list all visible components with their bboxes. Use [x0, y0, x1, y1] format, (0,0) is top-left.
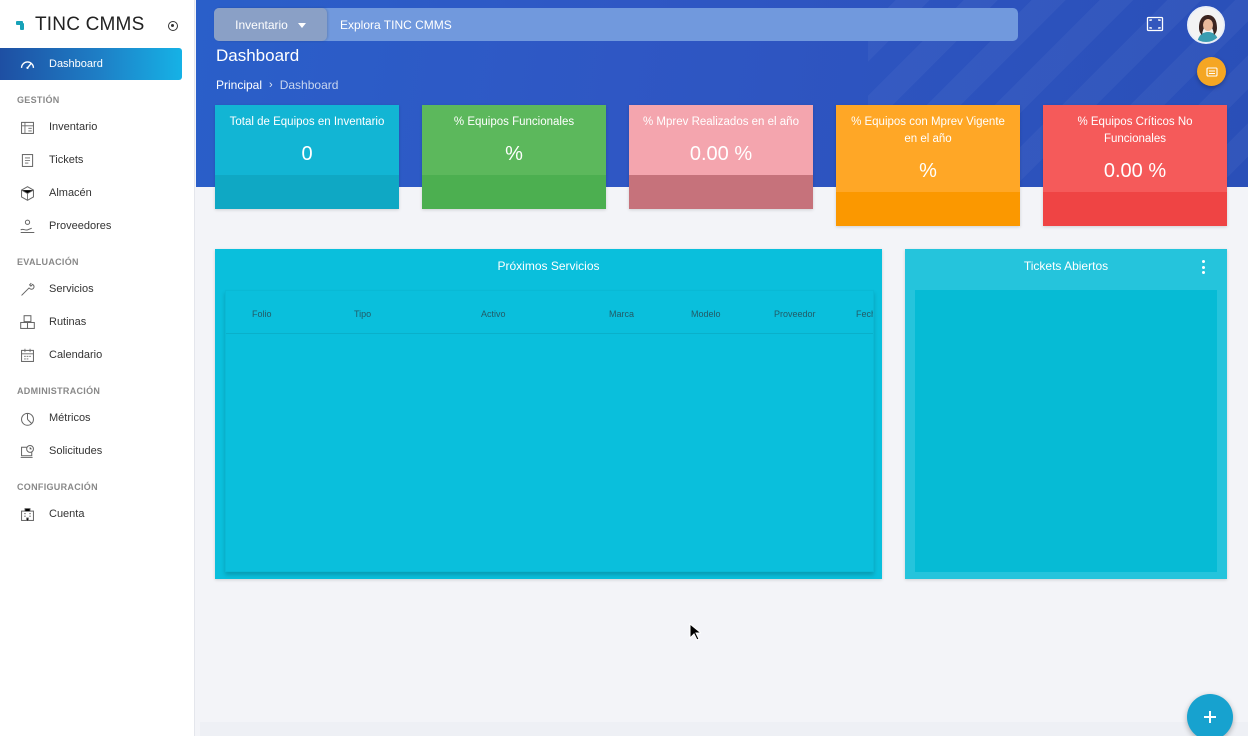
boxes-icon — [18, 313, 36, 331]
column-header-folio[interactable]: Folio — [252, 309, 272, 319]
kpi-value: % — [505, 143, 523, 165]
quick-menu-button[interactable] — [1197, 57, 1226, 86]
services-table: Folio Tipo Activo Marca Modelo Proveedor… — [225, 290, 874, 572]
search-bar: Inventario — [214, 8, 1018, 41]
wrench-icon — [18, 280, 36, 298]
request-icon — [18, 442, 36, 460]
sidebar-item-tickets[interactable]: Tickets — [0, 145, 195, 175]
ticket-icon — [18, 151, 36, 169]
upcoming-services-panel: Próximos Servicios Folio Tipo Activo Mar… — [215, 249, 882, 579]
sidebar-item-solicitudes[interactable]: Solicitudes — [0, 436, 195, 466]
user-avatar[interactable] — [1187, 6, 1225, 44]
kpi-card-mprev-realizados[interactable]: % Mprev Realizados en el año 0.00 % — [629, 105, 813, 209]
sidebar-item-label: Calendario — [49, 349, 103, 361]
sidebar-toggle-icon[interactable] — [168, 21, 178, 31]
box-icon — [18, 184, 36, 202]
pie-chart-icon — [18, 409, 36, 427]
kpi-card-footer — [836, 192, 1020, 226]
kpi-card-equipos-funcionales[interactable]: % Equipos Funcionales% — [422, 105, 606, 209]
breadcrumb-home[interactable]: Principal — [216, 78, 262, 92]
more-options-icon[interactable] — [1202, 260, 1206, 274]
kpi-title: % Mprev Realizados en el año — [643, 116, 799, 128]
kpi-value: 0.00 % — [1103, 160, 1167, 182]
column-header-proveedor[interactable]: Proveedor — [774, 309, 816, 319]
speedometer-icon — [18, 55, 36, 73]
sidebar-item-label: Almacén — [49, 187, 92, 199]
sidebar-item-dashboard[interactable]: Dashboard — [0, 48, 182, 80]
sidebar: TINC CMMS Dashboard GESTIÓN Inventario T… — [0, 0, 195, 736]
sidebar-item-label: Proveedores — [49, 220, 112, 232]
kpi-title: Total de Equipos en Inventario — [229, 116, 385, 128]
kpi-value: 0.00 % — [689, 143, 753, 165]
sidebar-item-label: Inventario — [49, 121, 98, 133]
section-administracion: ADMINISTRACIÓN — [17, 386, 101, 396]
sidebar-item-proveedores[interactable]: Proveedores — [0, 211, 195, 241]
brand-logo-icon — [16, 20, 26, 30]
plus-icon — [1204, 711, 1216, 723]
column-header-fecha[interactable]: Fech — [856, 309, 873, 319]
sidebar-item-metricos[interactable]: Métricos — [0, 403, 195, 433]
module-dropdown[interactable]: Inventario — [214, 8, 327, 41]
table-header: Folio Tipo Activo Marca Modelo Proveedor… — [226, 291, 873, 334]
kpi-title: % Equipos Críticos No Funcionales — [1077, 116, 1193, 145]
inventory-icon — [18, 118, 36, 136]
breadcrumb: Principal › Dashboard — [216, 78, 338, 92]
kpi-card-total-equipos[interactable]: Total de Equipos en Inventario 0 — [215, 105, 399, 209]
kpi-card-mprev-vigente[interactable]: % Equipos con Mprev Vigente en el año% — [836, 105, 1020, 226]
kpi-card-footer — [422, 175, 606, 209]
list-icon — [1205, 66, 1218, 77]
sidebar-item-label: Métricos — [49, 412, 91, 424]
add-button[interactable] — [1187, 694, 1233, 736]
column-header-modelo[interactable]: Modelo — [691, 309, 721, 319]
sidebar-item-label: Dashboard — [49, 58, 103, 70]
sidebar-item-label: Solicitudes — [49, 445, 103, 457]
sidebar-item-calendario[interactable]: Calendario — [0, 340, 195, 370]
open-tickets-panel: Tickets Abiertos — [905, 249, 1227, 579]
sidebar-item-inventario[interactable]: Inventario — [0, 112, 195, 142]
calendar-icon — [18, 346, 36, 364]
mouse-cursor-icon — [689, 622, 703, 641]
kpi-title: % Equipos con Mprev Vigente en el año — [851, 116, 1005, 145]
section-gestion: GESTIÓN — [17, 95, 60, 105]
panel-title: Próximos Servicios — [497, 259, 600, 273]
supplier-icon — [18, 217, 36, 235]
kpi-card-footer — [1043, 192, 1227, 226]
sidebar-item-label: Rutinas — [49, 316, 87, 328]
sidebar-item-label: Cuenta — [49, 508, 85, 520]
kpi-value: 0 — [301, 143, 313, 165]
tickets-list — [915, 290, 1217, 572]
breadcrumb-current: Dashboard — [279, 78, 339, 92]
sidebar-item-cuenta[interactable]: Cuenta — [0, 499, 195, 529]
sidebar-item-almacen[interactable]: Almacén — [0, 178, 195, 208]
brand-name: TINC CMMS — [35, 14, 145, 35]
column-header-tipo[interactable]: Tipo — [354, 309, 371, 319]
kpi-value: % — [919, 160, 937, 182]
column-header-activo[interactable]: Activo — [481, 309, 506, 319]
page-title: Dashboard — [216, 46, 300, 65]
kpi-card-footer — [215, 175, 399, 209]
section-evaluacion: EVALUACIÓN — [17, 257, 79, 267]
kpi-card-equipos-criticos[interactable]: % Equipos Críticos No Funcionales 0.00 % — [1043, 105, 1227, 226]
column-header-marca[interactable]: Marca — [609, 309, 634, 319]
chevron-right-icon: › — [269, 79, 273, 91]
sidebar-item-label: Tickets — [49, 154, 84, 166]
chevron-down-icon — [297, 23, 306, 28]
sidebar-item-rutinas[interactable]: Rutinas — [0, 307, 195, 337]
section-configuracion: CONFIGURACIÓN — [17, 482, 98, 492]
sidebar-item-label: Servicios — [49, 283, 94, 295]
building-icon — [18, 505, 36, 523]
panel-title: Tickets Abiertos — [1023, 259, 1109, 273]
brand[interactable]: TINC CMMS — [16, 12, 186, 38]
search-input[interactable] — [340, 17, 940, 32]
kpi-card-footer — [629, 175, 813, 209]
sidebar-item-servicios[interactable]: Servicios — [0, 274, 195, 304]
kpi-title: % Equipos Funcionales — [453, 116, 575, 128]
fullscreen-icon[interactable] — [1146, 15, 1164, 33]
module-dropdown-label: Inventario — [235, 17, 288, 32]
footer-strip — [200, 722, 1248, 736]
